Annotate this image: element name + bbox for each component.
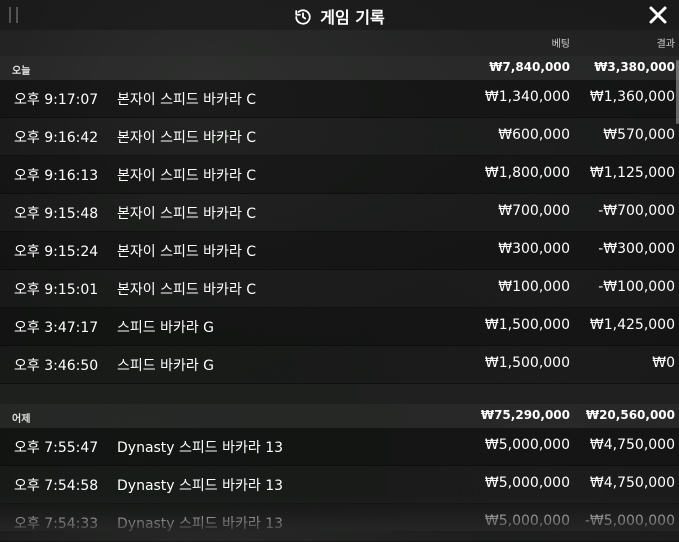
page-title: 게임 기록 [0,4,679,28]
row-bet: ₩5,000,000 [484,513,570,529]
history-icon [295,9,311,25]
group-total-bet: ₩75,290,000 [480,408,570,422]
row-time: 오후 3:47:17 [14,320,99,336]
history-row[interactable]: 오후 9:17:07 본자이 스피드 바카라 C ₩1,340,000 ₩1,3… [0,80,679,118]
history-row[interactable]: 오후 3:46:50 스피드 바카라 G ₩1,500,000 ₩0 [0,346,679,384]
column-header-bet: 베팅 [551,39,570,50]
row-time: 오후 9:17:07 [14,92,99,108]
row-bet: ₩300,000 [498,241,570,257]
row-bet: ₩1,340,000 [484,89,570,105]
history-row[interactable]: 오후 9:15:24 본자이 스피드 바카라 C ₩300,000 -₩300,… [0,232,679,270]
row-game: Dynasty 스피드 바카라 13 [117,478,284,494]
group-total-result: ₩3,380,000 [594,60,675,74]
row-time: 오후 7:55:47 [14,440,99,456]
history-row[interactable]: 오후 9:16:13 본자이 스피드 바카라 C ₩1,800,000 ₩1,1… [0,156,679,194]
row-result: -₩700,000 [598,203,675,219]
row-result: ₩570,000 [603,127,675,143]
row-game: 본자이 스피드 바카라 C [117,244,257,260]
row-result: ₩4,750,000 [589,437,675,453]
row-bet: ₩100,000 [498,279,570,295]
row-bet: ₩1,500,000 [484,317,570,333]
row-time: 오후 7:54:33 [14,516,99,532]
history-row[interactable]: 오후 9:16:42 본자이 스피드 바카라 C ₩600,000 ₩570,0… [0,118,679,156]
row-game: 본자이 스피드 바카라 C [117,130,257,146]
row-time: 오후 3:46:50 [14,358,99,374]
row-result: -₩100,000 [598,279,675,295]
row-game: 본자이 스피드 바카라 C [117,206,257,222]
row-game: Dynasty 스피드 바카라 13 [117,516,284,532]
history-row[interactable]: 오후 9:15:01 본자이 스피드 바카라 C ₩100,000 -₩100,… [0,270,679,308]
group-total-result: ₩20,560,000 [585,408,675,422]
close-icon [649,6,667,24]
group-label: 오늘 [12,66,31,77]
group-header-today: 오늘 ₩7,840,000 ₩3,380,000 [0,56,679,80]
row-time: 오후 9:15:48 [14,206,99,222]
row-result: -₩300,000 [598,241,675,257]
row-game: 스피드 바카라 G [117,320,215,336]
row-game: 본자이 스피드 바카라 C [117,282,257,298]
row-time: 오후 7:54:58 [14,478,99,494]
row-game: 본자이 스피드 바카라 C [117,168,257,184]
history-row[interactable]: 오후 7:54:33 Dynasty 스피드 바카라 13 ₩5,000,000… [0,504,679,542]
row-result: ₩0 [652,355,675,371]
row-result: ₩1,425,000 [589,317,675,333]
group-total-bet: ₩7,840,000 [489,60,570,74]
row-result: ₩4,750,000 [589,475,675,491]
group-header-yesterday: 어제 ₩75,290,000 ₩20,560,000 [0,404,679,428]
group-spacer [0,384,679,404]
history-row[interactable]: 오후 3:47:17 스피드 바카라 G ₩1,500,000 ₩1,425,0… [0,308,679,346]
row-game: 본자이 스피드 바카라 C [117,92,257,108]
column-header-result: 결과 [656,39,675,50]
row-time: 오후 9:15:24 [14,244,99,260]
history-row[interactable]: 오후 9:15:48 본자이 스피드 바카라 C ₩700,000 -₩700,… [0,194,679,232]
row-time: 오후 9:15:01 [14,282,99,298]
row-time: 오후 9:16:13 [14,168,99,184]
row-result: ₩1,125,000 [589,165,675,181]
row-bet: ₩1,800,000 [484,165,570,181]
history-row[interactable]: 오후 7:55:47 Dynasty 스피드 바카라 13 ₩5,000,000… [0,428,679,466]
title-text: 게임 기록 [320,8,385,27]
header-bar: 게임 기록 [0,0,679,30]
row-bet: ₩5,000,000 [484,437,570,453]
row-bet: ₩5,000,000 [484,475,570,491]
close-button[interactable] [647,4,669,26]
row-bet: ₩700,000 [498,203,570,219]
row-time: 오후 9:16:42 [14,130,99,146]
history-list: 오늘 ₩7,840,000 ₩3,380,000 오후 9:17:07 본자이 … [0,56,679,542]
history-row[interactable]: 오후 7:54:58 Dynasty 스피드 바카라 13 ₩5,000,000… [0,466,679,504]
row-game: 스피드 바카라 G [117,358,215,374]
group-label: 어제 [12,414,31,425]
row-result: -₩5,000,000 [584,513,675,529]
row-result: ₩1,360,000 [589,89,675,105]
row-game: Dynasty 스피드 바카라 13 [117,440,284,456]
row-bet: ₩600,000 [498,127,570,143]
row-bet: ₩1,500,000 [484,355,570,371]
